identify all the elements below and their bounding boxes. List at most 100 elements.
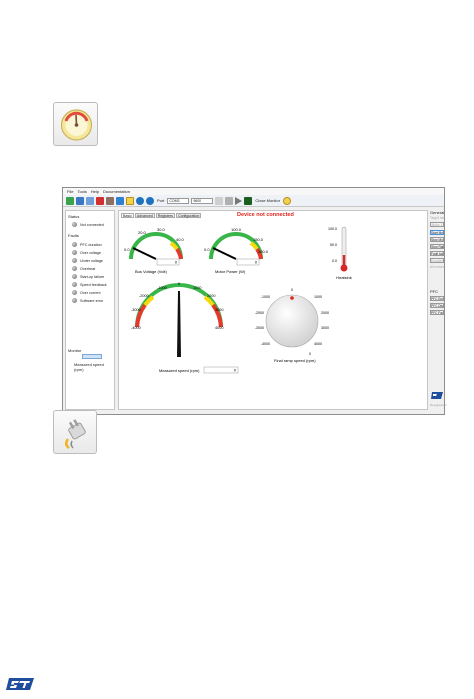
- download-icon[interactable]: [116, 196, 124, 205]
- oscilloscope-icon[interactable]: [244, 196, 253, 205]
- motor-select[interactable]: Motor 1: [430, 222, 444, 227]
- gauge-icon: [60, 109, 93, 141]
- save-icon[interactable]: [76, 196, 84, 205]
- fault-item: Software error: [72, 298, 103, 303]
- connect-button[interactable]: [53, 410, 97, 454]
- open-icon[interactable]: [86, 196, 94, 205]
- target-motor-label: Target motor: [430, 216, 444, 220]
- tick-label: 50.0: [330, 243, 337, 247]
- close-monitor-icon[interactable]: [283, 196, 292, 205]
- menu-documentation[interactable]: Documentation: [103, 189, 130, 194]
- final-ramp-knob[interactable]: 0 1000 2000 3000 4000 -4000 -3000 -2000 …: [255, 288, 329, 363]
- motor-power-label: Motor Power (W): [215, 269, 246, 274]
- tick-label: 1000: [314, 295, 322, 299]
- status-panel: Status Not connected Faults PFC duration…: [65, 210, 115, 410]
- baud-select[interactable]: 9600: [191, 197, 214, 204]
- info-icon[interactable]: [146, 196, 154, 205]
- control-panel: General Target motor Motor 1 Start Motor…: [430, 210, 446, 410]
- fault-label: Software error: [80, 298, 104, 303]
- measured-speed-caption: Measured speed (rpm): [74, 362, 104, 372]
- fault-ack-button[interactable]: Fault Ack: [430, 251, 444, 256]
- pfc-fault-ack-button[interactable]: PFC Fault Ack.: [430, 310, 444, 315]
- tick-label: 100.0: [231, 227, 242, 232]
- tick-label: 40.0: [176, 237, 185, 242]
- monitor-icon[interactable]: [126, 196, 134, 205]
- heatsink-label: Heatsink: [336, 275, 352, 280]
- measured-speed-field: [82, 354, 102, 359]
- connect-icon[interactable]: [215, 196, 224, 205]
- fault-item: Start-up failure: [72, 274, 104, 279]
- tick-label: -2000: [139, 294, 149, 298]
- menu-bar: File Tools Help Documentation: [63, 188, 444, 195]
- fault-led-icon: [72, 250, 77, 255]
- tick-label: 30.0: [157, 227, 166, 232]
- tick-label: -4000: [261, 342, 270, 346]
- final-ramp-value: 0: [309, 352, 311, 356]
- new-icon[interactable]: [66, 196, 74, 205]
- gauges-area: 0 0.0 20.0 30.0 40.0 Bus Voltage (Volt) …: [124, 226, 352, 374]
- tick-label: 4000: [215, 326, 223, 330]
- tick-label: -2000: [255, 311, 264, 315]
- menu-help[interactable]: Help: [91, 189, 99, 194]
- measured-speed-gauge: -4000 -3000 -2000 -1000 0 1000 2000 3000…: [131, 282, 239, 374]
- monitor-button[interactable]: [53, 102, 98, 146]
- help-icon[interactable]: [136, 196, 144, 205]
- status-led-icon: [72, 222, 77, 227]
- toolbar: Port COM3 9600 Close Monitor: [63, 195, 444, 207]
- fault-led-icon: [72, 282, 77, 287]
- tick-label: 4000: [314, 342, 322, 346]
- faults-label: Faults: [68, 233, 79, 238]
- main-panel: Basic Advanced Registers Configuration D…: [118, 210, 428, 410]
- measured-speed-needle: [177, 291, 181, 357]
- fault-led-icon: [72, 258, 77, 263]
- fault-label: Overheat: [80, 266, 96, 271]
- tick-label: 0: [291, 288, 293, 292]
- fault-item: Overheat: [72, 266, 95, 271]
- tick-label: 150.0: [253, 237, 264, 242]
- fault-led-icon: [72, 298, 77, 303]
- fault-label: Over voltage: [80, 250, 101, 255]
- motor-power-gauge: 0 0.0 100.0 150.0 200.0 Motor Power (W): [204, 227, 269, 274]
- fault-led-icon: [72, 266, 77, 271]
- close-monitor-label[interactable]: Close Monitor: [255, 198, 280, 203]
- general-label: General: [430, 210, 445, 215]
- tick-label: 200.0: [258, 249, 269, 254]
- motor-control-workbench-window: File Tools Help Documentation Port COM3 …: [62, 187, 446, 415]
- fault-label: Over current: [80, 290, 101, 295]
- package-icon[interactable]: [106, 196, 114, 205]
- connection-text: Not connected: [80, 222, 104, 227]
- port-select[interactable]: COM3: [167, 197, 190, 204]
- status-label: Status: [68, 214, 80, 219]
- pfc-enable-button[interactable]: PFC Enable: [430, 296, 444, 301]
- menu-file[interactable]: File: [67, 189, 73, 194]
- all-motors-checkbox[interactable]: All motors: [430, 265, 444, 270]
- fault-item: PFC duration: [72, 242, 102, 247]
- tick-label: 0.0: [124, 247, 130, 252]
- menu-tools[interactable]: Tools: [77, 189, 86, 194]
- plug-icon: [65, 419, 86, 449]
- tick-label: -1000: [157, 286, 167, 290]
- fault-label: Start-up failure: [80, 274, 105, 279]
- play-icon[interactable]: [235, 196, 243, 205]
- tick-label: 2000: [207, 294, 215, 298]
- delete-icon[interactable]: [96, 196, 104, 205]
- pfc-disable-button[interactable]: PFC Disable: [430, 303, 444, 308]
- start-motor-button[interactable]: Start Motor: [430, 230, 444, 235]
- tick-label: -3000: [131, 308, 141, 312]
- fault-led-icon: [72, 242, 77, 247]
- bus-voltage-label: Bus Voltage (Volt): [135, 269, 167, 274]
- pfc-label: PFC: [430, 289, 438, 294]
- stop-ramp-button[interactable]: Stop Ramp: [430, 244, 444, 249]
- plug-toolbar-icon[interactable]: [225, 196, 234, 205]
- tick-label: 3000: [215, 308, 223, 312]
- stop-motor-button[interactable]: Stop Motor: [430, 237, 444, 242]
- fault-item: Over current: [72, 290, 101, 295]
- bus-voltage-needle: [132, 247, 157, 260]
- encoder-align-button[interactable]: Encoder Align: [430, 258, 444, 263]
- tick-label: 2000: [321, 311, 329, 315]
- port-label: Port: [157, 198, 165, 203]
- fault-item: Over voltage: [72, 250, 101, 255]
- tick-label: -4000: [131, 326, 141, 330]
- tick-label: 1000: [193, 286, 201, 290]
- footer-brand: ST: [6, 676, 8, 677]
